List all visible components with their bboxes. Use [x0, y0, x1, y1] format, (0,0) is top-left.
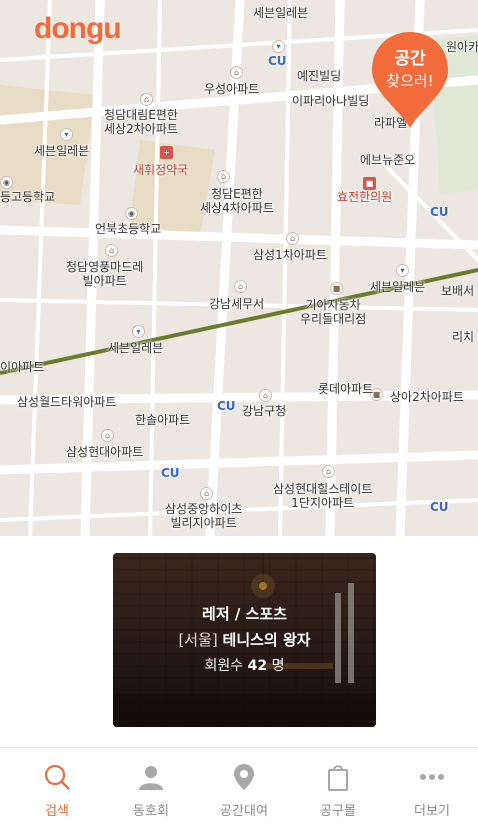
apartment-icon: ⌂: [200, 487, 213, 500]
map-label: 청담E편한 세상4차아파트: [200, 187, 274, 215]
map-label: 삼성월드타워아파트: [17, 395, 117, 409]
map-label-cu: CU: [161, 466, 180, 480]
map-label: 세븐일레븐: [108, 341, 164, 355]
map-label: 삼성현대아파트: [66, 445, 144, 459]
convenience-store-icon: ▾: [60, 128, 73, 141]
apartment-icon: ⌂: [140, 93, 153, 106]
map-label: 삼성중앙하이츠 빌리지아파트: [165, 502, 243, 530]
apartment-icon: ⌂: [101, 429, 114, 442]
map-label: 기아자동차 우리들대리점: [300, 298, 367, 326]
map-label: 원아카: [446, 40, 478, 54]
map-label: 이아파트: [0, 360, 45, 374]
tab-label: 공구몰: [320, 804, 356, 819]
map-label: 롯데아파트: [318, 382, 374, 396]
bottom-tab-bar: 검색 동호회 공간대여 공구몰 더보기: [0, 747, 478, 835]
tab-label: 더보기: [414, 804, 450, 819]
map-label: 우성아파트: [204, 82, 260, 96]
club-card[interactable]: 레저 / 스포츠 [서울] 테니스의 왕자 회원수 42 명: [113, 553, 376, 727]
map-label: 세븐일레븐: [253, 6, 309, 20]
convenience-store-icon: ▾: [396, 264, 409, 277]
map-label: 언북초등학교: [95, 222, 162, 236]
map-label: 이파리아나빌딩: [292, 94, 370, 108]
pharmacy-icon: +: [160, 146, 173, 159]
location-pin-icon: [234, 764, 254, 790]
shopping-bag-icon: [328, 765, 348, 791]
convenience-store-icon: ▾: [132, 325, 145, 338]
school-icon: ◉: [0, 176, 13, 189]
map-label: 효전한의원: [337, 190, 393, 204]
tab-club[interactable]: 동호회: [103, 748, 199, 835]
map-label: 강남구청: [242, 404, 287, 418]
more-icon: [420, 774, 444, 780]
government-office-icon: ⌂: [259, 389, 272, 402]
tab-more[interactable]: 더보기: [384, 748, 478, 835]
map-label-cu: CU: [430, 500, 449, 514]
map-label: 에브뉴준오: [360, 153, 416, 167]
map-label: 새휘정약국: [133, 163, 189, 177]
map-label-cu: CU: [268, 54, 287, 68]
pin-subtitle: 찾으러!: [386, 72, 434, 90]
map-label: 삼성1차아파트: [253, 248, 327, 262]
map-view[interactable]: dongu ⌂ ⌂ ▾ ▾ + ◉ ◉ ⌂ ■ ⌂ ⌂ ⌂ ■ ▾ ▾ ■ ⌂ …: [0, 0, 478, 536]
clinic-icon: ■: [363, 177, 376, 190]
members-unit: 명: [271, 658, 285, 674]
map-label-cu: CU: [217, 399, 236, 413]
map-label: 보배서: [441, 284, 475, 298]
tab-group-buy[interactable]: 공구몰: [290, 748, 386, 835]
search-icon: [44, 764, 70, 790]
convenience-store-icon: ▾: [272, 40, 285, 53]
find-space-pin[interactable]: 공간 찾으러!: [370, 30, 450, 130]
building-icon: ■: [330, 282, 343, 295]
school-icon: ◉: [125, 207, 138, 220]
map-label: 청담대림E편한 세상2차아파트: [104, 108, 178, 136]
map-label-cu: CU: [430, 205, 449, 219]
person-icon: [139, 766, 163, 790]
map-label: 세븐일레븐: [370, 280, 426, 294]
apartment-icon: ⌂: [322, 465, 335, 478]
apartment-icon: ⌂: [105, 244, 118, 257]
map-label: 한솔아파트: [135, 413, 191, 427]
apartment-icon: ⌂: [217, 170, 230, 183]
map-label: 강남세무서: [209, 297, 265, 311]
club-members: 회원수 42 명: [113, 655, 376, 675]
members-label: 회원수: [204, 658, 244, 674]
apartment-icon: ⌂: [230, 66, 243, 79]
club-category: 레저 / 스포츠: [202, 605, 287, 623]
map-label: 세븐일레븐: [34, 144, 90, 158]
tab-label: 공간대여: [220, 804, 268, 819]
map-label: 예진빌딩: [297, 69, 342, 83]
tab-space-rental[interactable]: 공간대여: [196, 748, 292, 835]
pin-title: 공간: [394, 49, 426, 69]
club-region: [서울]: [178, 631, 218, 649]
tab-label: 검색: [45, 804, 69, 819]
dongu-logo[interactable]: dongu: [34, 12, 122, 46]
map-label: 등고등학교: [0, 190, 56, 204]
tab-label: 동호회: [133, 804, 169, 819]
club-title: [서울] 테니스의 왕자: [113, 629, 376, 650]
club-name: 테니스의 왕자: [222, 631, 311, 649]
map-label: 상아2차아파트: [390, 390, 464, 404]
tab-search[interactable]: 검색: [9, 748, 105, 835]
map-label: 청담영풍마드레 빌아파트: [66, 260, 144, 288]
map-label: 리치: [452, 330, 475, 344]
government-office-icon: ⌂: [234, 280, 247, 293]
map-label: 삼성현대힐스테이트 1단지아파트: [273, 482, 373, 510]
members-count: 42: [247, 658, 268, 674]
apartment-icon: ⌂: [286, 232, 299, 245]
